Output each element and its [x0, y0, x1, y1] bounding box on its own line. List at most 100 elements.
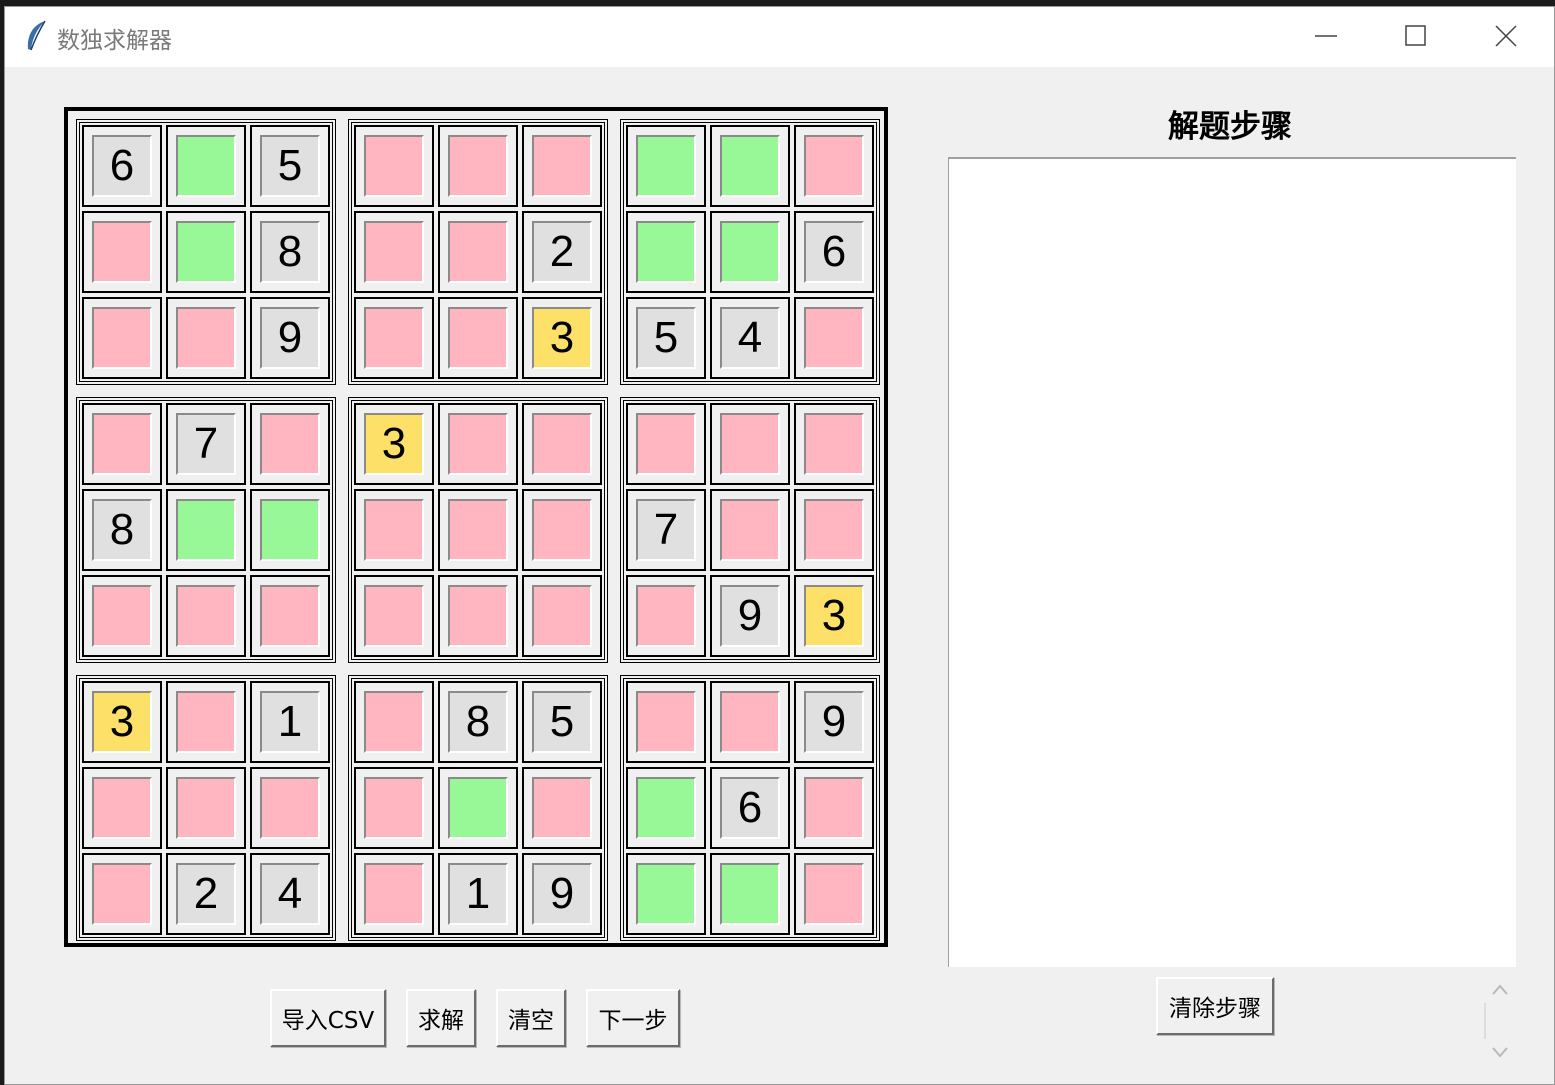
sudoku-cell[interactable] — [522, 403, 602, 485]
sudoku-cell-entry[interactable] — [720, 221, 780, 283]
sudoku-cell-entry[interactable] — [720, 863, 780, 925]
sudoku-cell[interactable]: 3 — [794, 575, 874, 657]
sudoku-cell[interactable]: 9 — [794, 681, 874, 763]
sudoku-cell[interactable] — [82, 211, 162, 293]
sudoku-cell[interactable] — [710, 853, 790, 935]
import-csv-button[interactable]: 导入CSV — [270, 989, 386, 1047]
sudoku-cell-entry[interactable] — [260, 585, 320, 647]
sudoku-cell[interactable]: 6 — [794, 211, 874, 293]
sudoku-cell-entry[interactable]: 5 — [260, 135, 320, 197]
sudoku-cell[interactable] — [354, 575, 434, 657]
sudoku-cell-entry[interactable] — [260, 777, 320, 839]
sudoku-cell-entry[interactable] — [720, 691, 780, 753]
scroll-down-icon[interactable] — [1490, 1043, 1510, 1061]
sudoku-cell-entry[interactable]: 4 — [720, 307, 780, 369]
sudoku-cell[interactable] — [166, 575, 246, 657]
sudoku-cell-entry[interactable] — [176, 691, 236, 753]
sudoku-cell[interactable]: 3 — [354, 403, 434, 485]
sudoku-cell[interactable] — [794, 125, 874, 207]
sudoku-cell[interactable]: 8 — [250, 211, 330, 293]
sudoku-cell-entry[interactable] — [92, 863, 152, 925]
sudoku-cell-entry[interactable] — [636, 777, 696, 839]
sudoku-cell[interactable] — [354, 767, 434, 849]
sudoku-cell-entry[interactable] — [176, 777, 236, 839]
sudoku-cell[interactable] — [82, 767, 162, 849]
sudoku-cell-entry[interactable] — [364, 691, 424, 753]
sudoku-cell[interactable] — [626, 403, 706, 485]
sudoku-cell[interactable] — [438, 211, 518, 293]
sudoku-cell[interactable] — [710, 681, 790, 763]
sudoku-cell-entry[interactable] — [636, 413, 696, 475]
sudoku-cell-entry[interactable] — [92, 413, 152, 475]
sudoku-cell[interactable] — [438, 575, 518, 657]
sudoku-cell-entry[interactable] — [176, 221, 236, 283]
sudoku-cell-entry[interactable]: 6 — [720, 777, 780, 839]
sudoku-cell-entry[interactable]: 6 — [92, 135, 152, 197]
sudoku-cell[interactable] — [354, 125, 434, 207]
sudoku-cell-entry[interactable]: 7 — [636, 499, 696, 561]
sudoku-cell-entry[interactable] — [448, 499, 508, 561]
sudoku-cell-entry[interactable] — [92, 221, 152, 283]
minimize-button[interactable] — [1281, 7, 1371, 65]
scroll-track[interactable] — [1484, 1003, 1486, 1039]
sudoku-cell-entry[interactable]: 5 — [636, 307, 696, 369]
sudoku-cell[interactable] — [794, 489, 874, 571]
sudoku-cell[interactable]: 4 — [250, 853, 330, 935]
sudoku-cell[interactable] — [82, 853, 162, 935]
sudoku-cell[interactable] — [710, 403, 790, 485]
sudoku-cell-entry[interactable] — [532, 413, 592, 475]
sudoku-cell[interactable] — [354, 489, 434, 571]
sudoku-cell-entry[interactable] — [804, 413, 864, 475]
sudoku-cell-entry[interactable] — [720, 413, 780, 475]
sudoku-cell-entry[interactable] — [176, 499, 236, 561]
sudoku-cell-entry[interactable]: 1 — [448, 863, 508, 925]
sudoku-cell-entry[interactable] — [448, 221, 508, 283]
sudoku-cell[interactable] — [166, 297, 246, 379]
sudoku-cell-entry[interactable] — [720, 135, 780, 197]
sudoku-cell[interactable] — [438, 489, 518, 571]
sudoku-cell-entry[interactable] — [448, 307, 508, 369]
steps-textarea[interactable] — [948, 157, 1516, 967]
sudoku-cell-entry[interactable] — [636, 863, 696, 925]
sudoku-cell[interactable] — [522, 125, 602, 207]
sudoku-cell[interactable] — [794, 297, 874, 379]
sudoku-cell[interactable] — [626, 125, 706, 207]
sudoku-cell[interactable] — [166, 211, 246, 293]
sudoku-cell-entry[interactable] — [532, 135, 592, 197]
sudoku-cell-entry[interactable] — [804, 863, 864, 925]
sudoku-cell[interactable] — [710, 489, 790, 571]
sudoku-cell[interactable] — [794, 853, 874, 935]
sudoku-cell-entry[interactable] — [804, 777, 864, 839]
solve-button[interactable]: 求解 — [406, 989, 476, 1047]
sudoku-cell[interactable]: 7 — [166, 403, 246, 485]
sudoku-cell-entry[interactable] — [804, 135, 864, 197]
sudoku-cell[interactable]: 5 — [626, 297, 706, 379]
sudoku-cell[interactable] — [438, 767, 518, 849]
sudoku-cell-entry[interactable] — [636, 691, 696, 753]
sudoku-cell-entry[interactable]: 9 — [804, 691, 864, 753]
sudoku-cell[interactable] — [354, 211, 434, 293]
sudoku-cell[interactable]: 2 — [522, 211, 602, 293]
sudoku-cell[interactable] — [354, 853, 434, 935]
sudoku-cell-entry[interactable]: 2 — [176, 863, 236, 925]
sudoku-cell[interactable]: 6 — [710, 767, 790, 849]
sudoku-cell[interactable]: 8 — [438, 681, 518, 763]
sudoku-cell[interactable] — [626, 211, 706, 293]
sudoku-cell[interactable] — [166, 489, 246, 571]
sudoku-cell-entry[interactable] — [176, 307, 236, 369]
sudoku-cell-entry[interactable] — [364, 863, 424, 925]
sudoku-cell-entry[interactable] — [804, 499, 864, 561]
sudoku-cell-entry[interactable]: 6 — [804, 221, 864, 283]
sudoku-cell-entry[interactable] — [448, 777, 508, 839]
sudoku-cell-entry[interactable] — [532, 777, 592, 839]
sudoku-cell[interactable] — [438, 297, 518, 379]
sudoku-cell[interactable]: 5 — [250, 125, 330, 207]
sudoku-cell-entry[interactable] — [448, 413, 508, 475]
sudoku-cell[interactable]: 4 — [710, 297, 790, 379]
sudoku-cell-entry[interactable] — [636, 135, 696, 197]
sudoku-cell[interactable] — [626, 681, 706, 763]
sudoku-cell[interactable]: 5 — [522, 681, 602, 763]
sudoku-cell[interactable]: 1 — [438, 853, 518, 935]
sudoku-cell-entry[interactable]: 9 — [720, 585, 780, 647]
sudoku-cell[interactable] — [250, 403, 330, 485]
